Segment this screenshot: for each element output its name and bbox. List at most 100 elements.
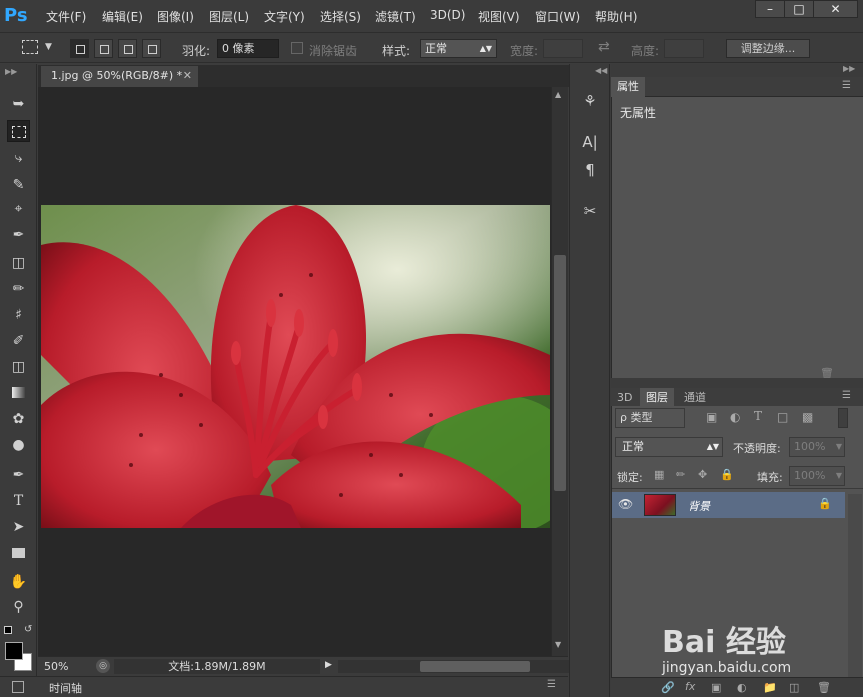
paragraph-icon[interactable]: ¶ <box>578 159 602 181</box>
panel-menu-icon[interactable]: ☰ <box>547 679 556 690</box>
lock-all-icon[interactable]: 🔒 <box>720 468 734 481</box>
menu-filter[interactable]: 滤镜(T) <box>375 8 416 25</box>
scroll-up-icon[interactable]: ▲ <box>555 90 561 99</box>
menu-type[interactable]: 文字(Y) <box>264 8 305 25</box>
path-select-tool-icon[interactable]: ➤ <box>7 516 30 538</box>
marquee-preset-icon[interactable] <box>22 40 38 54</box>
refine-edge-button[interactable]: 调整边缘... <box>726 39 810 58</box>
chevron-down-icon[interactable]: ▼ <box>836 438 842 456</box>
history-brush-tool-icon[interactable]: ✐ <box>7 330 30 352</box>
tools-panel: ▶▶ ➥ ⤷ ✎ ⌖ ✒ ◫ ✏ ♯ ✐ ◫ ✿ ● ✒ T ➤ ✋ ⚲ ↺ <box>0 64 37 697</box>
filter-type-icon[interactable]: T <box>754 409 762 423</box>
menu-select[interactable]: 选择(S) <box>320 8 361 25</box>
add-selection-icon[interactable] <box>94 39 113 58</box>
layer-row-background[interactable]: 👁 背景 🔒 <box>612 492 845 518</box>
menu-help[interactable]: 帮助(H) <box>595 8 637 25</box>
hand-tool-icon[interactable]: ✋ <box>7 571 30 593</box>
lock-label: 锁定: <box>617 471 643 484</box>
menu-layer[interactable]: 图层(L) <box>209 8 249 25</box>
expand-icon[interactable]: ◀◀ <box>595 66 607 75</box>
eyedropper-tool-icon[interactable]: ✒ <box>7 224 30 246</box>
filter-smart-object-icon[interactable]: ▩ <box>802 410 813 424</box>
opacity-input[interactable]: 100% ▼ <box>789 437 845 457</box>
tool-presets-icon[interactable]: ✂ <box>578 200 602 222</box>
pen-tool-icon[interactable]: ✒ <box>7 464 30 486</box>
share-icon[interactable]: ◎ <box>96 659 110 673</box>
menu-view[interactable]: 视图(V) <box>478 8 520 25</box>
gradient-tool-icon[interactable] <box>7 382 30 404</box>
zoom-level[interactable]: 50% <box>44 660 68 673</box>
lock-transparent-icon[interactable]: ▦ <box>654 468 664 481</box>
close-icon[interactable]: ✕ <box>813 0 858 18</box>
collapsed-dock: ◀◀ ⚘ A| ¶ ✂ <box>569 64 610 697</box>
collapse-icon[interactable]: ▶▶ <box>5 67 17 76</box>
tab-channels[interactable]: 通道 <box>678 388 712 408</box>
swap-icon[interactable]: ⇄ <box>598 39 610 55</box>
chevron-down-icon[interactable]: ▼ <box>45 42 52 52</box>
style-select[interactable]: 正常 ▲▼ <box>420 39 497 58</box>
scroll-down-icon[interactable]: ▼ <box>555 640 561 649</box>
menu-edit[interactable]: 编辑(E) <box>102 8 143 25</box>
collapse-icon[interactable]: ▶▶ <box>843 64 855 73</box>
quick-select-tool-icon[interactable]: ✎ <box>7 174 30 196</box>
intersect-selection-icon[interactable] <box>142 39 161 58</box>
chevron-down-icon[interactable]: ▼ <box>836 467 842 485</box>
minimize-icon[interactable]: – <box>755 0 785 18</box>
rect-marquee-tool-icon[interactable] <box>7 120 30 142</box>
blend-mode-select[interactable]: 正常 ▲▼ <box>615 437 723 457</box>
panel-menu-icon[interactable]: ☰ <box>842 390 851 401</box>
menu-3d[interactable]: 3D(D) <box>430 8 465 22</box>
menu-window[interactable]: 窗口(W) <box>535 8 580 25</box>
filter-pixel-icon[interactable]: ▣ <box>706 410 717 424</box>
layer-name[interactable]: 背景 <box>688 498 710 514</box>
menu-file[interactable]: 文件(F) <box>46 8 86 25</box>
blur-tool-icon[interactable]: ✿ <box>7 408 30 430</box>
filter-toggle[interactable] <box>838 408 848 428</box>
tab-3d[interactable]: 3D <box>611 388 638 408</box>
tab-properties[interactable]: 属性 <box>611 77 645 97</box>
foreground-color-swatch[interactable] <box>5 642 23 660</box>
crop-tool-icon[interactable]: ⌖ <box>7 198 30 220</box>
move-tool-icon[interactable]: ➥ <box>7 93 30 115</box>
antialias-checkbox[interactable] <box>291 42 303 54</box>
healing-brush-tool-icon[interactable]: ◫ <box>7 252 30 274</box>
clone-stamp-tool-icon[interactable]: ♯ <box>7 304 30 326</box>
height-input[interactable] <box>664 39 704 58</box>
new-selection-icon[interactable] <box>70 39 89 58</box>
menu-image[interactable]: 图像(I) <box>157 8 194 25</box>
feather-input[interactable]: 0 像素 <box>217 39 279 58</box>
maximize-icon[interactable]: □ <box>784 0 814 18</box>
tab-layers[interactable]: 图层 <box>640 388 674 408</box>
type-tool-icon[interactable]: T <box>7 490 30 512</box>
document-tab[interactable]: 1.jpg @ 50%(RGB/8#) * ✕ <box>41 66 198 87</box>
panel-menu-icon[interactable]: ☰ <box>842 80 851 91</box>
fill-input[interactable]: 100% ▼ <box>789 466 845 486</box>
lasso-tool-icon[interactable]: ⤷ <box>7 147 30 169</box>
chevron-updown-icon: ▲▼ <box>706 442 719 451</box>
horizontal-scrollbar[interactable] <box>338 660 578 673</box>
width-input[interactable] <box>543 39 583 58</box>
filter-shape-icon[interactable]: □ <box>777 410 788 424</box>
horizontal-scroll-thumb[interactable] <box>420 661 530 672</box>
close-icon[interactable]: ✕ <box>183 66 192 86</box>
history-icon[interactable]: ⚘ <box>578 90 602 112</box>
default-colors-icon[interactable] <box>4 626 12 634</box>
brush-tool-icon[interactable]: ✏ <box>7 278 30 300</box>
swap-colors-icon[interactable]: ↺ <box>24 624 32 635</box>
character-icon[interactable]: A| <box>578 131 602 153</box>
zoom-tool-icon[interactable]: ⚲ <box>7 596 30 618</box>
arrow-right-icon[interactable]: ▶ <box>325 660 332 670</box>
visibility-eye-icon[interactable]: 👁 <box>618 497 633 511</box>
subtract-selection-icon[interactable] <box>118 39 137 58</box>
rectangle-tool-icon[interactable] <box>7 542 30 564</box>
timeline-label[interactable]: 时间轴 <box>49 680 82 696</box>
layer-filter-select[interactable]: ρ 类型 <box>615 408 685 428</box>
document-tab-title: 1.jpg @ 50%(RGB/8#) * <box>51 69 183 82</box>
dodge-tool-icon[interactable]: ● <box>7 434 30 456</box>
timeline-icon[interactable] <box>12 681 24 693</box>
vertical-scroll-thumb[interactable] <box>554 255 566 491</box>
eraser-tool-icon[interactable]: ◫ <box>7 356 30 378</box>
lock-position-icon[interactable]: ✥ <box>698 468 707 481</box>
lock-pixels-icon[interactable]: ✏ <box>676 468 685 481</box>
filter-adjustment-icon[interactable]: ◐ <box>730 410 740 424</box>
